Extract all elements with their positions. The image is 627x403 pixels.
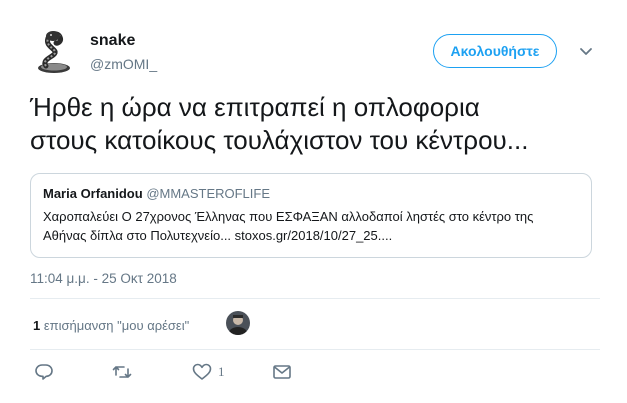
tweet-text: Ήρθε η ώρα να επιτραπεί η οπλοφορια στου… [30, 91, 600, 157]
divider [30, 298, 600, 299]
tweet-text-line: στους κατοίκους τουλάχιστον του κέντρου.… [30, 125, 529, 155]
likes-count: 1 [33, 318, 41, 333]
quoted-tweet-header: Maria Orfanidou @MMASTEROFLIFE [43, 185, 579, 203]
heart-icon [192, 363, 212, 380]
tweet-actions: 1 [30, 358, 600, 386]
divider [30, 349, 600, 350]
quoted-author-handle: @MMASTEROFLIFE [146, 186, 271, 201]
likes-summary[interactable]: 1 επισήμανση "μου αρέσει" [33, 318, 189, 333]
chevron-down-icon[interactable] [578, 43, 594, 59]
quoted-tweet-text: Χαροπαλεύει Ο 27χρονος Έλληνας που ΕΣΦΑΞ… [43, 207, 579, 245]
quoted-tweet-line: Αθήνας δίπλα στο Πολυτεχνείο... stoxos.g… [43, 228, 393, 243]
quoted-tweet-line: Χαροπαλεύει Ο 27χρονος Έλληνας που ΕΣΦΑΞ… [43, 209, 534, 224]
envelope-icon [273, 365, 291, 379]
author-handle[interactable]: @zmOMI_ [90, 56, 157, 72]
author-name[interactable]: snake [90, 32, 135, 50]
tweet-text-line: Ήρθε η ώρα να επιτραπεί η οπλοφορια [30, 92, 480, 122]
retweet-button[interactable] [112, 361, 132, 383]
reply-button[interactable] [34, 361, 54, 383]
quoted-author-name: Maria Orfanidou [43, 186, 143, 201]
liker-avatar[interactable] [226, 311, 250, 335]
retweet-icon [112, 366, 132, 378]
tweet-timestamp[interactable]: 11:04 μ.μ. - 25 Οκτ 2018 [30, 271, 177, 286]
likes-row: 1 επισήμανση "μου αρέσει" [30, 306, 600, 342]
snake-avatar-icon[interactable] [30, 28, 78, 76]
reply-icon [35, 364, 53, 380]
like-button[interactable]: 1 [192, 361, 225, 383]
follow-button[interactable]: Ακολουθήστε [433, 34, 557, 68]
tweet-header: snake @zmOMI_ Ακολουθήστε [30, 24, 600, 80]
direct-message-button[interactable] [272, 361, 292, 383]
likes-label: επισήμανση "μου αρέσει" [43, 318, 190, 333]
like-count: 1 [218, 364, 225, 379]
quoted-tweet[interactable]: Maria Orfanidou @MMASTEROFLIFE Χαροπαλεύ… [30, 173, 592, 258]
